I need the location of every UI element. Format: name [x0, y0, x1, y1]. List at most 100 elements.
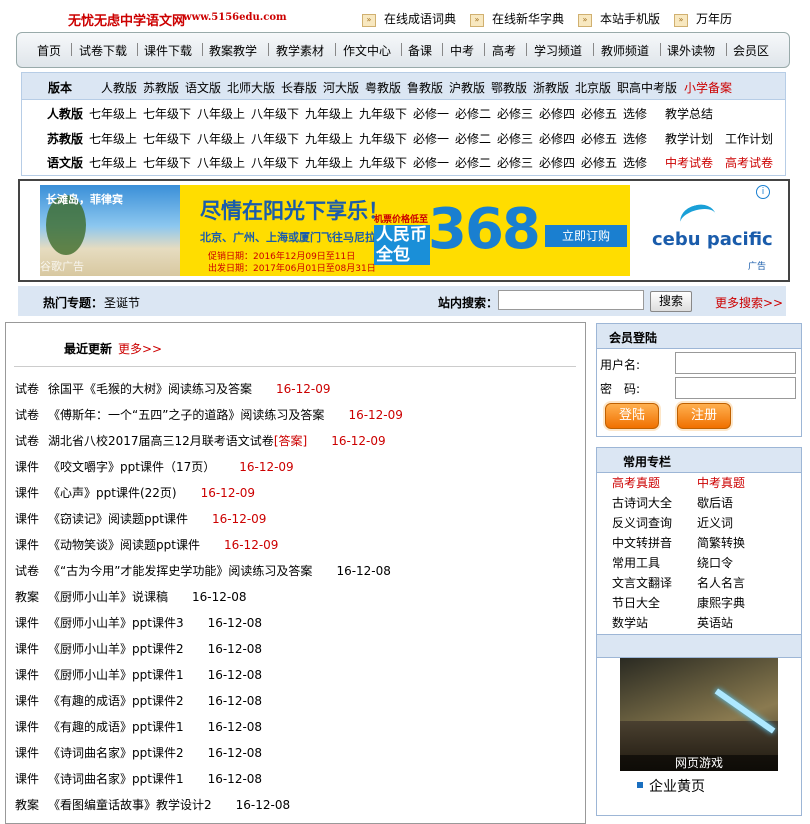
- grade-link[interactable]: 必修五: [581, 154, 617, 171]
- common-link[interactable]: 名人名言: [697, 574, 745, 591]
- common-link[interactable]: 反义词查询: [612, 514, 672, 531]
- update-title-link[interactable]: 《看图编童话故事》教学设计2: [48, 798, 212, 812]
- common-link-gaokao[interactable]: 高考真题: [612, 474, 660, 491]
- update-title-link[interactable]: 《动物笑谈》阅读题ppt课件: [48, 538, 200, 552]
- version-link[interactable]: 鲁教版: [407, 79, 443, 96]
- grade-link[interactable]: 九年级上: [305, 130, 353, 147]
- common-link[interactable]: 康熙字典: [697, 594, 745, 611]
- version-link[interactable]: 长春版: [281, 79, 317, 96]
- grade-link[interactable]: 九年级上: [305, 154, 353, 171]
- common-link[interactable]: 近义词: [697, 514, 733, 531]
- web-game-image[interactable]: 网页游戏: [620, 658, 778, 771]
- version-link[interactable]: 浙教版: [533, 79, 569, 96]
- toplink-mobile[interactable]: » 本站手机版: [578, 10, 660, 27]
- version-link[interactable]: 语文版: [185, 79, 221, 96]
- grade-link[interactable]: 必修三: [497, 105, 533, 122]
- nav-item[interactable]: 教师频道: [601, 42, 649, 59]
- more-search-link[interactable]: 更多搜索>>: [715, 294, 783, 311]
- grade-link[interactable]: 七年级上: [89, 105, 137, 122]
- ad-order-button[interactable]: 立即订购: [545, 225, 627, 247]
- nav-item[interactable]: 教学素材: [276, 42, 324, 59]
- common-link[interactable]: 古诗词大全: [612, 494, 672, 511]
- update-title-link[interactable]: 《厨师小山羊》ppt课件3: [48, 616, 184, 630]
- update-title-link[interactable]: 《咬文嚼字》ppt课件（17页）: [48, 460, 215, 474]
- grade-link[interactable]: 必修二: [455, 130, 491, 147]
- grade-link[interactable]: 七年级下: [143, 154, 191, 171]
- extra-link[interactable]: 教学总结: [665, 105, 713, 122]
- grade-link[interactable]: 八年级下: [251, 154, 299, 171]
- grade-link[interactable]: 必修四: [539, 130, 575, 147]
- site-url[interactable]: www.5156edu.com: [183, 12, 287, 23]
- update-title-link[interactable]: 湖北省八校2017届高三12月联考语文试卷: [48, 434, 274, 448]
- grade-link[interactable]: 必修五: [581, 130, 617, 147]
- grade-link[interactable]: 必修一: [413, 130, 449, 147]
- version-link-primary[interactable]: 小学备案: [684, 79, 732, 96]
- update-title-link[interactable]: 徐国平《毛猴的大树》阅读练习及答案: [48, 382, 252, 396]
- ad-banner[interactable]: 长滩岛，菲律宾 谷歌广告 尽情在阳光下享乐！ 北京、广州、上海或厦门飞往马尼拉 …: [18, 179, 790, 282]
- update-title-link[interactable]: 《“古为今用”才能发挥史学功能》阅读练习及答案: [48, 564, 312, 578]
- grade-link[interactable]: 必修四: [539, 154, 575, 171]
- grade-link[interactable]: 七年级下: [143, 130, 191, 147]
- password-input[interactable]: [675, 377, 796, 399]
- grade-link[interactable]: 必修四: [539, 105, 575, 122]
- grade-link[interactable]: 必修五: [581, 105, 617, 122]
- nav-item[interactable]: 课件下载: [144, 42, 192, 59]
- grade-link[interactable]: 八年级上: [197, 130, 245, 147]
- username-input[interactable]: [675, 352, 796, 374]
- gaokao-exam-link[interactable]: 高考试卷: [725, 154, 773, 171]
- grade-link[interactable]: 八年级上: [197, 154, 245, 171]
- nav-item[interactable]: 首页: [37, 42, 61, 59]
- nav-item[interactable]: 作文中心: [343, 42, 391, 59]
- common-link[interactable]: 节日大全: [612, 594, 660, 611]
- update-title-link[interactable]: 《傅斯年：一个“五四”之子的道路》阅读练习及答案: [48, 408, 324, 422]
- site-name[interactable]: 无忧无虑中学语文网: [68, 10, 185, 29]
- nav-item[interactable]: 高考: [492, 42, 516, 59]
- ad-info-icon[interactable]: i: [756, 185, 770, 199]
- nav-item[interactable]: 中考: [450, 42, 474, 59]
- grade-link[interactable]: 必修二: [455, 105, 491, 122]
- search-button[interactable]: 搜索: [650, 291, 692, 312]
- toplink-calendar[interactable]: » 万年历: [674, 10, 732, 27]
- grade-link[interactable]: 必修二: [455, 154, 491, 171]
- update-title-link[interactable]: 《诗词曲名家》ppt课件2: [48, 746, 184, 760]
- grade-link[interactable]: 七年级上: [89, 154, 137, 171]
- common-link[interactable]: 简繁转换: [697, 534, 745, 551]
- hot-topic-link[interactable]: 圣诞节: [104, 294, 140, 311]
- version-link[interactable]: 人教版: [101, 79, 137, 96]
- grade-link[interactable]: 九年级下: [359, 154, 407, 171]
- answer-tag-link[interactable]: [答案]: [274, 434, 307, 448]
- grade-link[interactable]: 选修: [623, 105, 647, 122]
- search-input[interactable]: [498, 290, 644, 310]
- update-title-link[interactable]: 《厨师小山羊》ppt课件2: [48, 642, 184, 656]
- version-link[interactable]: 粤教版: [365, 79, 401, 96]
- nav-item[interactable]: 试卷下载: [79, 42, 127, 59]
- update-title-link[interactable]: 《厨师小山羊》说课稿: [48, 590, 168, 604]
- nav-item[interactable]: 会员区: [733, 42, 769, 59]
- grade-link[interactable]: 必修三: [497, 130, 533, 147]
- nav-item[interactable]: 学习频道: [534, 42, 582, 59]
- update-title-link[interactable]: 《有趣的成语》ppt课件1: [48, 720, 184, 734]
- update-title-link[interactable]: 《厨师小山羊》ppt课件1: [48, 668, 184, 682]
- update-title-link[interactable]: 《窃读记》阅读题ppt课件: [48, 512, 188, 526]
- grade-link[interactable]: 九年级下: [359, 130, 407, 147]
- common-link[interactable]: 数学站: [612, 614, 648, 631]
- login-button[interactable]: 登陆: [605, 403, 659, 429]
- update-title-link[interactable]: 《心声》ppt课件(22页): [48, 486, 177, 500]
- grade-link[interactable]: 选修: [623, 130, 647, 147]
- grade-link[interactable]: 九年级上: [305, 105, 353, 122]
- register-button[interactable]: 注册: [677, 403, 731, 429]
- version-link[interactable]: 职高中考版: [617, 79, 677, 96]
- grade-link[interactable]: 九年级下: [359, 105, 407, 122]
- nav-item[interactable]: 课外读物: [667, 42, 715, 59]
- common-link[interactable]: 中文转拼音: [612, 534, 672, 551]
- version-link[interactable]: 北师大版: [227, 79, 275, 96]
- update-title-link[interactable]: 《有趣的成语》ppt课件2: [48, 694, 184, 708]
- grade-link[interactable]: 七年级上: [89, 130, 137, 147]
- grade-link[interactable]: 必修一: [413, 154, 449, 171]
- nav-item[interactable]: 教案教学: [209, 42, 257, 59]
- version-link[interactable]: 河大版: [323, 79, 359, 96]
- nav-item[interactable]: 备课: [408, 42, 432, 59]
- grade-link[interactable]: 八年级上: [197, 105, 245, 122]
- grade-link[interactable]: 必修一: [413, 105, 449, 122]
- common-link[interactable]: 绕口令: [697, 554, 733, 571]
